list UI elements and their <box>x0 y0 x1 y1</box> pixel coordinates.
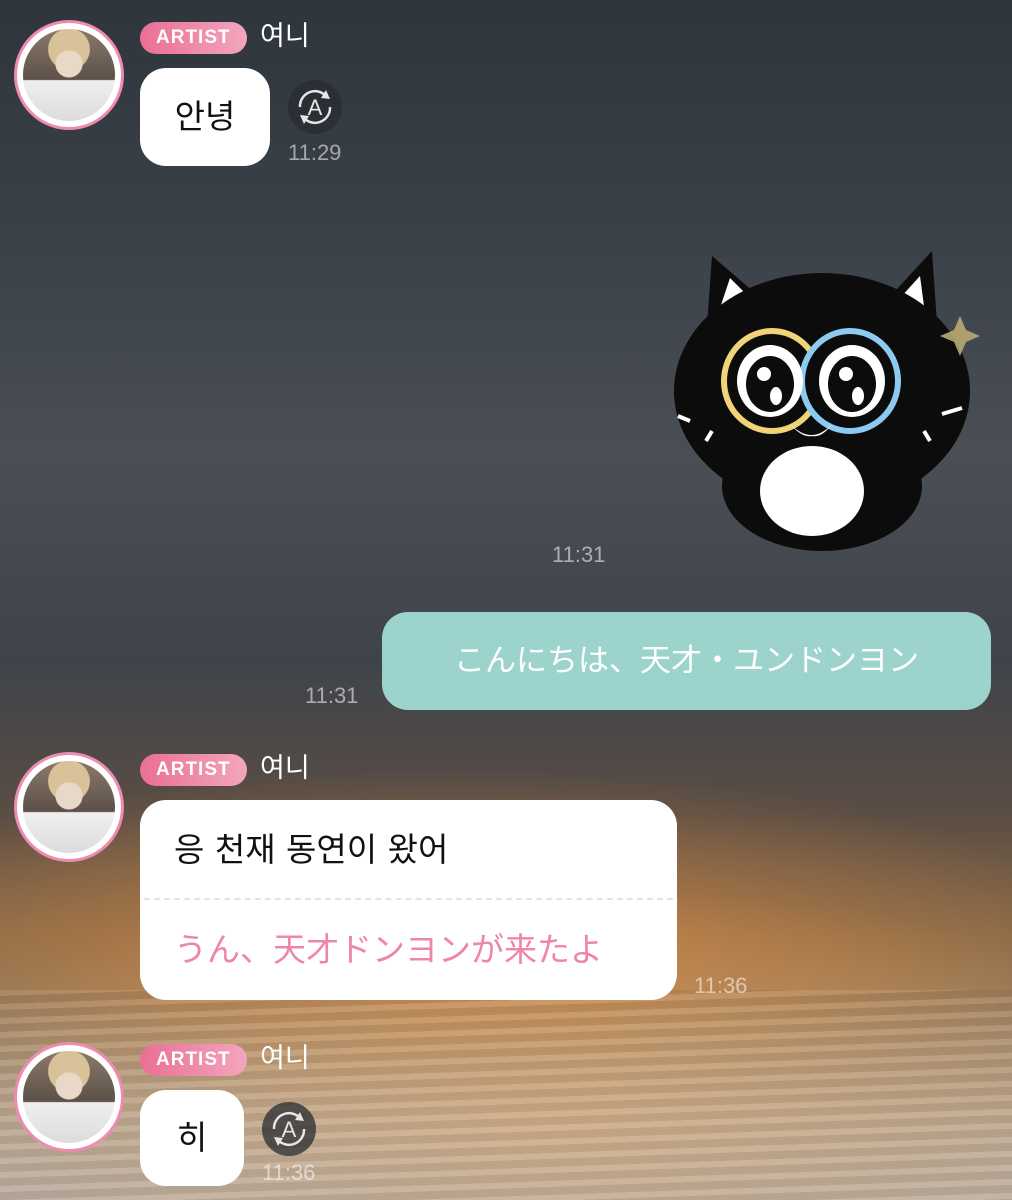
auto-translate-icon-glyph: A <box>298 89 332 125</box>
auto-translate-icon[interactable]: A <box>288 80 342 134</box>
message-time: 11:31 <box>305 683 359 708</box>
message-time: 11:36 <box>694 973 748 998</box>
message-time: 11:36 <box>262 1160 316 1185</box>
svg-text:A: A <box>282 1117 297 1142</box>
message-bubble[interactable]: 히 <box>140 1090 244 1186</box>
message-bubble[interactable]: 안녕 <box>140 68 270 166</box>
sender-name: 여니 <box>260 1043 310 1074</box>
svg-text:A: A <box>308 95 323 120</box>
sender-name: 여니 <box>260 753 310 784</box>
artist-avatar[interactable] <box>14 752 124 862</box>
artist-avatar[interactable] <box>14 20 124 130</box>
my-message-bubble[interactable]: こんにちは、天才・ユンドンヨン <box>382 612 991 710</box>
message-time: 11:29 <box>288 140 342 165</box>
cat-sticker-icon <box>674 251 980 551</box>
translated-text: うん、天才ドンヨンが来たよ <box>174 930 603 969</box>
auto-translate-icon-glyph: A <box>272 1111 306 1147</box>
artist-avatar[interactable] <box>14 1042 124 1152</box>
artist-badge: ARTIST <box>140 1044 247 1076</box>
black-cat-sticker[interactable] <box>672 246 982 551</box>
sender-name: 여니 <box>260 21 310 52</box>
message-time: 11:31 <box>552 542 606 567</box>
artist-badge: ARTIST <box>140 754 247 786</box>
artist-badge: ARTIST <box>140 22 247 54</box>
auto-translate-icon[interactable]: A <box>262 1102 316 1156</box>
message-bubble[interactable]: 응 천재 동연이 왔어 うん、天才ドンヨンが来たよ <box>140 800 677 1000</box>
message-text: 응 천재 동연이 왔어 <box>174 830 449 869</box>
